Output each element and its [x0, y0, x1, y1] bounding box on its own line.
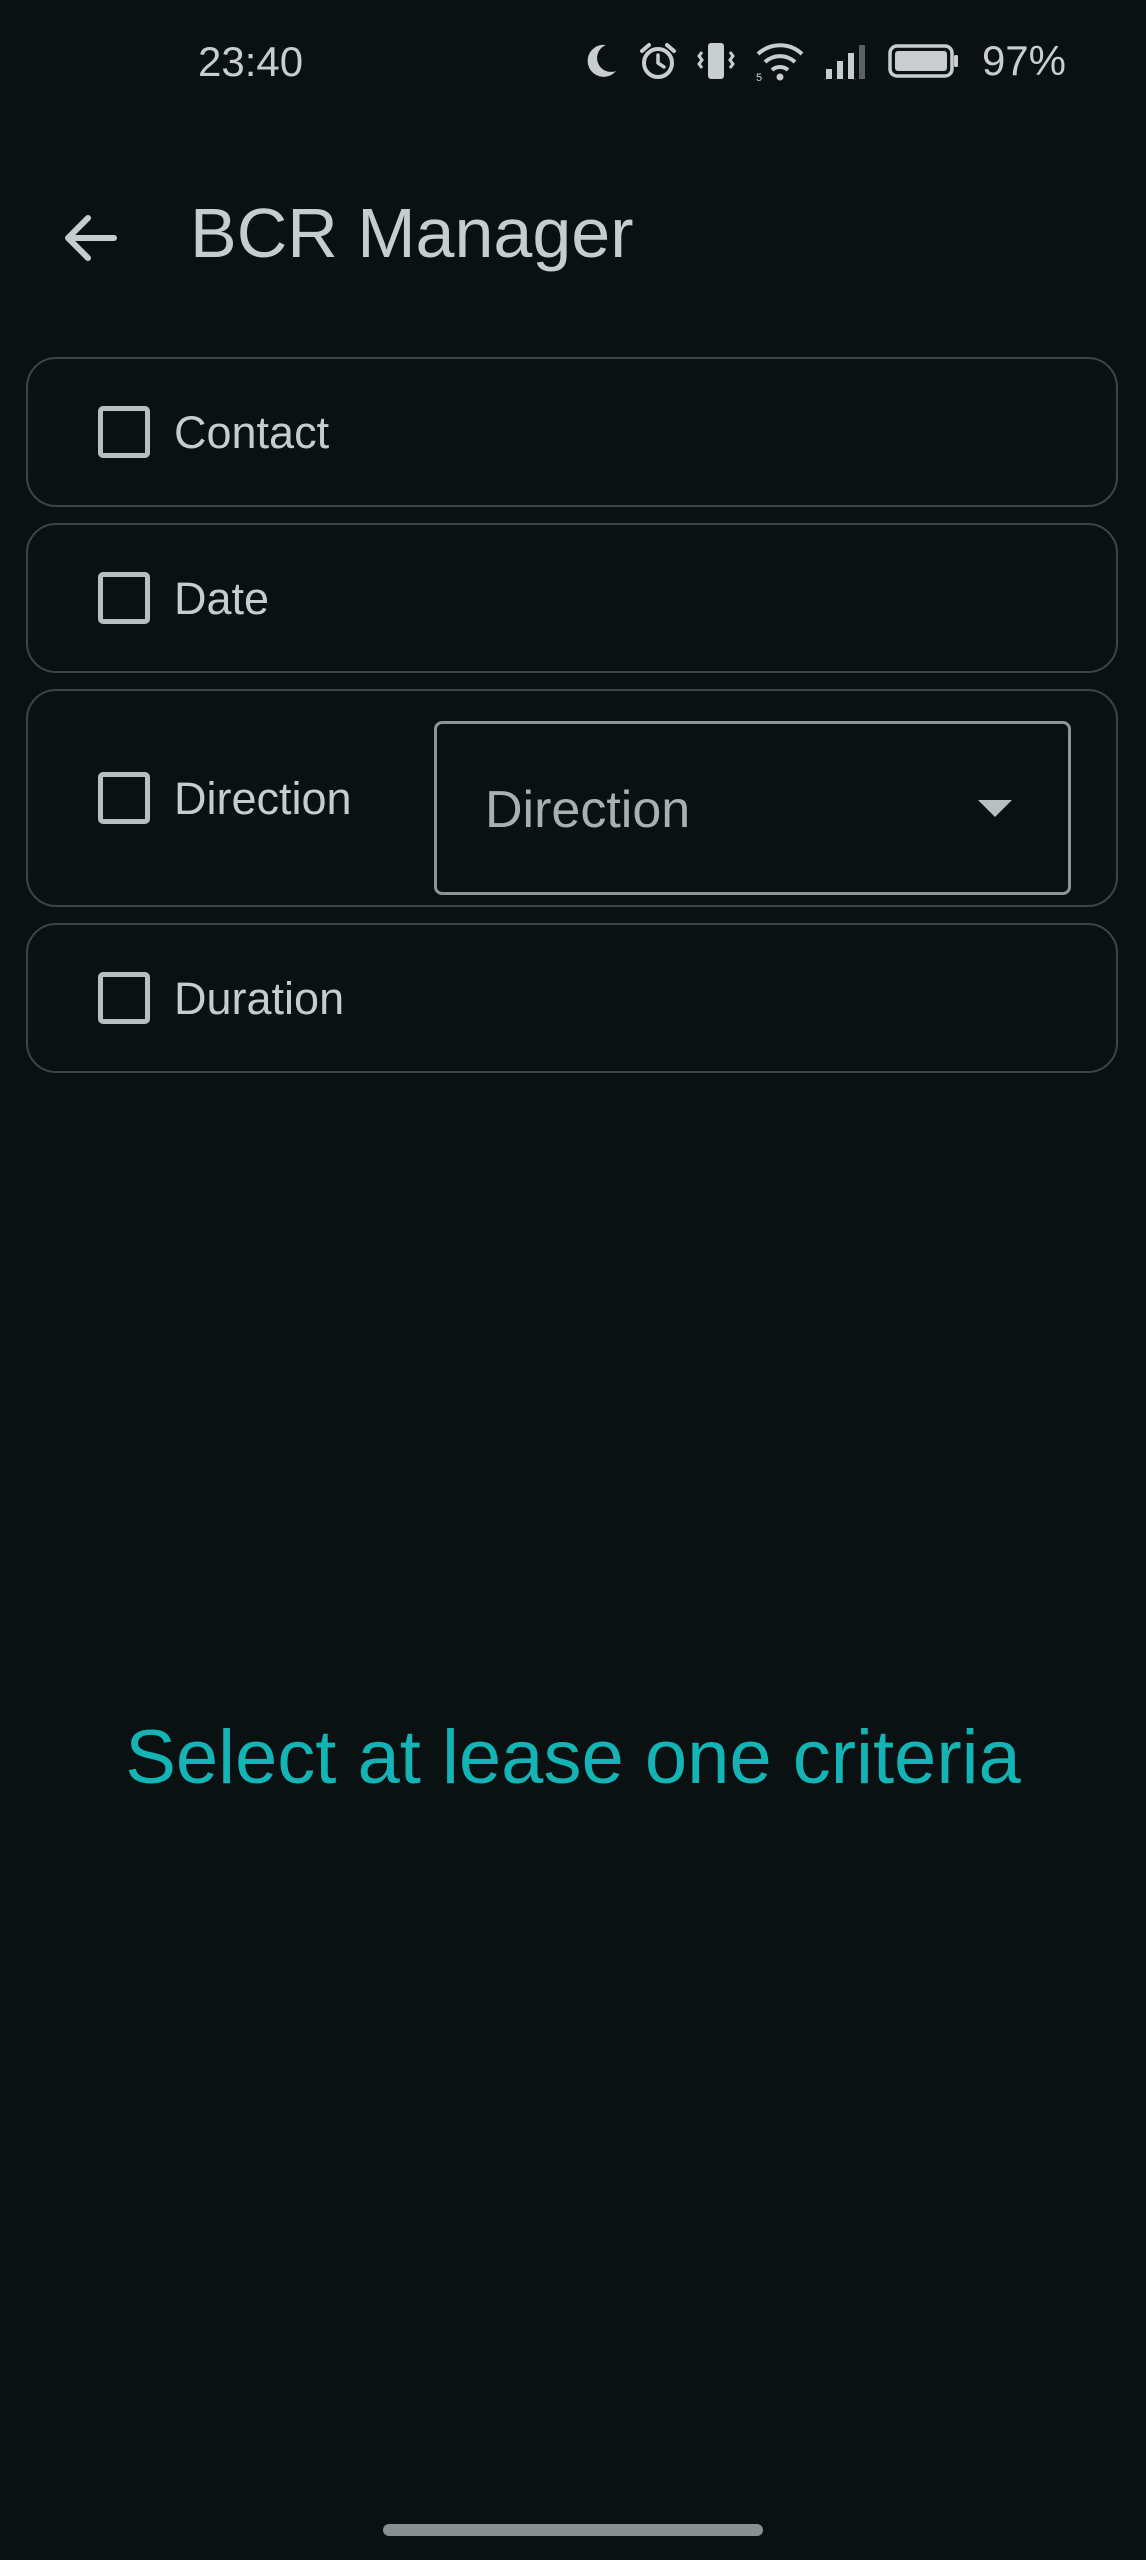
screen: 23:40 5 97% BCR Manager Contact Date Dir…: [0, 0, 1146, 2560]
duration-label: Duration: [174, 972, 345, 1024]
page-title: BCR Manager: [190, 194, 634, 272]
date-checkbox[interactable]: [98, 572, 150, 624]
status-icons: 5 97%: [584, 36, 1066, 86]
contact-checkbox[interactable]: [98, 406, 150, 458]
direction-checkbox-row[interactable]: Direction: [98, 772, 352, 824]
signal-icon: [824, 41, 870, 81]
contact-checkbox-row[interactable]: Contact: [98, 406, 329, 458]
dropdown-arrow-icon: [978, 800, 1012, 817]
direction-dropdown-value: Direction: [485, 781, 691, 839]
back-button[interactable]: [40, 190, 140, 290]
battery-percentage: 97%: [981, 37, 1066, 84]
direction-dropdown[interactable]: Direction: [434, 721, 1071, 895]
criteria-card-direction: Direction Direction: [26, 689, 1118, 907]
duration-checkbox[interactable]: [98, 972, 150, 1024]
moon-icon: [584, 41, 620, 81]
criteria-card-contact: Contact: [26, 357, 1118, 507]
empty-state-message: Select at lease one criteria: [125, 1715, 1021, 1800]
wifi-icon: 5: [754, 40, 806, 82]
direction-label: Direction: [174, 772, 352, 824]
date-checkbox-row[interactable]: Date: [98, 572, 269, 624]
criteria-card-duration: Duration: [26, 923, 1118, 1073]
date-label: Date: [174, 572, 270, 624]
battery-icon: [888, 42, 960, 80]
alarm-icon: [638, 41, 678, 81]
direction-checkbox[interactable]: [98, 772, 150, 824]
status-bar: 23:40 5 97%: [0, 0, 1146, 130]
criteria-card-date: Date: [26, 523, 1118, 673]
home-indicator[interactable]: [383, 2524, 763, 2536]
vibrate-icon: [696, 40, 736, 82]
contact-label: Contact: [174, 406, 330, 458]
arrow-back-icon: [60, 210, 120, 271]
svg-text:5: 5: [756, 72, 762, 82]
status-time: 23:40: [198, 38, 304, 85]
duration-checkbox-row[interactable]: Duration: [98, 972, 344, 1024]
app-bar: BCR Manager: [0, 160, 1146, 300]
